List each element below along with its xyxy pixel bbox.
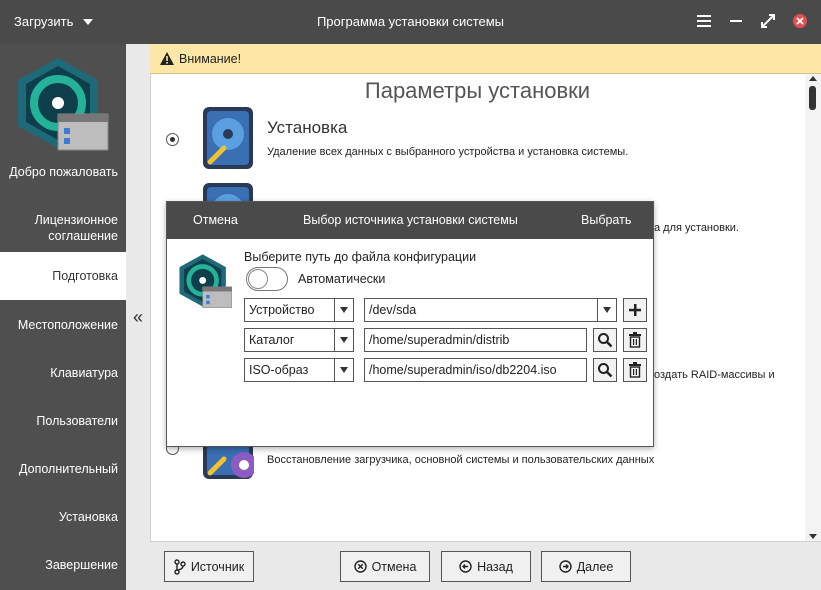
warning-icon	[160, 52, 174, 65]
arrow-left-icon	[459, 560, 472, 573]
disk-gear-icon	[202, 447, 254, 481]
dialog-title: Выбор источника установки системы	[303, 213, 518, 227]
browse-directory-button[interactable]	[593, 328, 617, 352]
source-type-select-iso[interactable]: ISO-образ	[244, 358, 354, 382]
option-install-description: Удаление всех данных с выбранного устрой…	[267, 146, 629, 158]
config-path-label: Выберите путь до файла конфигурации	[244, 250, 477, 264]
source-button-label: Источник	[190, 559, 245, 574]
back-button[interactable]: Назад	[441, 551, 531, 582]
warning-text: Внимание!	[179, 51, 242, 66]
install-source-dialog: Отмена Выбор источника установки системы…	[166, 201, 654, 447]
sidebar-item-label: Подготовка	[52, 269, 118, 283]
sidebar-item-preparation[interactable]: Подготовка	[0, 252, 126, 300]
trash-icon	[629, 332, 641, 348]
next-button[interactable]: Далее	[541, 551, 631, 582]
dialog-cancel-button[interactable]: Отмена	[193, 213, 238, 227]
sidebar-item-finish[interactable]: Завершение	[0, 557, 126, 573]
bottom-toolbar: Источник Отмена Назад Далее	[150, 541, 821, 590]
plus-icon	[629, 304, 641, 316]
delete-iso-button[interactable]	[623, 358, 647, 382]
browse-iso-button[interactable]	[593, 358, 617, 382]
device-path-value: /dev/sda	[369, 303, 417, 317]
option-recovery-description: Восстановление загрузчика, основной сист…	[267, 454, 655, 466]
source-button[interactable]: Источник	[164, 551, 254, 582]
warning-bar: Внимание!	[150, 44, 821, 74]
option-install[interactable]: Установка Удаление всех данных с выбранн…	[166, 104, 786, 174]
option-install-radio[interactable]	[166, 133, 179, 146]
sidebar-item-install[interactable]: Установка	[0, 509, 126, 525]
disk-icon	[202, 106, 254, 170]
cancel-icon	[353, 560, 367, 573]
sidebar-item-license[interactable]: Лицензионное соглашение	[0, 212, 126, 244]
source-type-value: ISO-образ	[249, 363, 309, 377]
source-type-select-device[interactable]: Устройство	[244, 298, 354, 322]
sidebar: Добро пожаловать Лицензионное соглашение…	[0, 44, 126, 590]
chevron-down-icon[interactable]	[334, 299, 353, 321]
sidebar-item-location[interactable]: Местоположение	[0, 317, 126, 333]
auto-toggle-label: Автоматически	[298, 272, 386, 286]
scroll-down-icon[interactable]	[809, 534, 817, 539]
toggle-knob	[248, 269, 268, 289]
device-path-select[interactable]: /dev/sda	[364, 298, 617, 322]
iso-path-value: /home/superadmin/iso/db2204.iso	[369, 363, 557, 377]
sidebar-item-welcome[interactable]: Добро пожаловать	[0, 164, 126, 180]
arrow-right-icon	[558, 560, 572, 573]
directory-path-field[interactable]: /home/superadmin/distrib	[364, 328, 587, 352]
delete-directory-button[interactable]	[623, 328, 647, 352]
scrollbar-thumb[interactable]	[809, 86, 816, 110]
option-2-description: а для установки.	[654, 222, 739, 234]
cancel-button[interactable]: Отмена	[340, 551, 430, 582]
option-3-description: оздать RAID-массивы и	[654, 369, 775, 381]
next-button-label: Далее	[576, 559, 614, 574]
maximize-icon[interactable]	[759, 12, 777, 30]
disk-icon	[202, 182, 254, 202]
chevron-down-icon[interactable]	[334, 329, 353, 351]
close-icon[interactable]	[791, 12, 809, 30]
trash-icon	[629, 362, 641, 378]
chevron-down-icon[interactable]	[334, 359, 353, 381]
iso-path-field[interactable]: /home/superadmin/iso/db2204.iso	[364, 358, 587, 382]
auto-toggle[interactable]	[246, 267, 288, 291]
scroll-up-icon[interactable]	[809, 76, 817, 81]
app-logo	[177, 252, 233, 310]
source-type-value: Устройство	[249, 303, 315, 317]
directory-path-value: /home/superadmin/distrib	[369, 333, 510, 347]
option-recovery[interactable]: Восстановление загрузчика, основной сист…	[166, 442, 786, 482]
chevron-down-icon[interactable]	[597, 299, 616, 321]
sidebar-item-users[interactable]: Пользователи	[0, 413, 126, 429]
branch-icon	[174, 558, 186, 575]
source-type-value: Каталог	[249, 333, 295, 347]
collapse-sidebar-button[interactable]: «	[126, 44, 150, 590]
vertical-scrollbar[interactable]	[805, 74, 821, 541]
title-bar: Загрузить Программа установки системы	[0, 0, 821, 44]
search-icon	[598, 333, 613, 348]
option-install-title: Установка	[267, 118, 348, 137]
source-type-select-directory[interactable]: Каталог	[244, 328, 354, 352]
page-title: Параметры установки	[364, 78, 591, 103]
minimize-icon[interactable]	[727, 12, 745, 30]
back-button-label: Назад	[477, 559, 513, 574]
sidebar-item-keyboard[interactable]: Клавиатура	[0, 365, 126, 381]
add-button[interactable]	[623, 298, 647, 322]
dialog-header: Отмена Выбор источника установки системы…	[167, 202, 653, 239]
option-2[interactable]	[166, 182, 786, 202]
sidebar-item-additional[interactable]: Дополнительный	[0, 461, 126, 477]
hamburger-menu-icon[interactable]	[695, 12, 713, 30]
cancel-button-label: Отмена	[371, 559, 417, 574]
search-icon	[598, 363, 613, 378]
dialog-select-button[interactable]: Выбрать	[581, 213, 631, 227]
app-logo	[14, 54, 110, 154]
